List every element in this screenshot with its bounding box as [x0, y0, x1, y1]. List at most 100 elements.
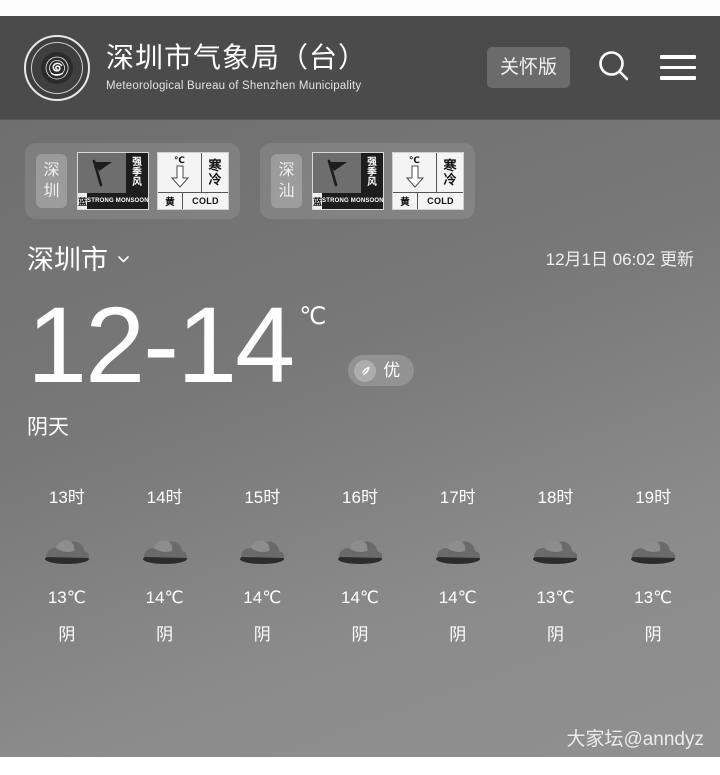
top-safe-area — [0, 0, 720, 16]
cloudy-icon — [528, 535, 582, 565]
warning-group[interactable]: 深 圳 强季风 蓝 STRONG MONSOON ℃ 寒 冷 黄 COLD — [25, 143, 240, 219]
warning-name-vertical: 寒冷 — [443, 157, 457, 187]
warning-name-vertical: 寒冷 — [208, 157, 222, 187]
warning-signal-name-cn: 寒冷 — [437, 153, 463, 192]
warning-signal-list: 强季风 蓝 STRONG MONSOON ℃ 寒 冷 黄 COLD — [312, 152, 464, 210]
temperature-range: 12-14 — [27, 284, 295, 405]
update-timestamp: 12月1日 06:02 更新 — [545, 250, 694, 269]
cloudy-icon — [626, 535, 680, 565]
city-name: 深圳市 — [27, 245, 108, 275]
current-conditions: 12-14 ℃ 优 — [0, 275, 720, 405]
warning-signal-name-cn: 强季风 — [126, 153, 148, 193]
site-title-cn: 深圳市气象局（台） — [106, 42, 368, 73]
accessibility-version-button[interactable]: 关怀版 — [486, 47, 570, 88]
city-and-update-row: 深圳市 12月1日 06:02 更新 — [0, 219, 720, 275]
warning-signal-name-cn: 寒冷 — [202, 153, 228, 192]
hourly-column[interactable]: 19时 13℃ 阴 — [604, 487, 702, 646]
warning-name-en: COLD — [427, 196, 454, 206]
warning-signal-cold[interactable]: ℃ 寒冷 黄 COLD — [157, 152, 229, 210]
menu-button[interactable] — [658, 48, 698, 88]
hour-temperature: 14℃ — [438, 588, 477, 607]
cloudy-icon — [40, 535, 94, 565]
brand-block[interactable]: 深圳市气象局（台） Meteorological Bureau of Shenz… — [24, 34, 487, 101]
watermark: 大家坛@anndyz — [566, 729, 704, 750]
bottom-safe-area — [0, 757, 720, 775]
warning-area-char: 深 — [278, 162, 295, 179]
hour-condition: 阴 — [156, 625, 174, 644]
warning-signal-name-cn: 强季风 — [361, 153, 383, 193]
hour-label: 18时 — [537, 488, 574, 507]
monsoon-flag-icon — [313, 153, 361, 193]
warning-signal-strong-monsoon[interactable]: 强季风 蓝 STRONG MONSOON — [77, 152, 149, 210]
warning-level-cn: 黄 — [158, 193, 183, 209]
hour-temperature: 14℃ — [145, 588, 184, 607]
temperature-down-arrow-icon: ℃ — [158, 153, 202, 192]
warning-level-cn: 蓝 — [78, 193, 88, 209]
warning-level-cn: 蓝 — [313, 193, 323, 209]
warning-area-char: 圳 — [43, 183, 60, 200]
hour-label: 19时 — [635, 488, 672, 507]
hamburger-menu-icon — [660, 55, 696, 80]
monsoon-flag-icon — [78, 153, 126, 193]
hour-temperature: 14℃ — [341, 588, 380, 607]
hour-label: 17时 — [439, 488, 476, 507]
leaf-icon — [354, 359, 377, 382]
search-button[interactable] — [594, 48, 634, 88]
degree-unit-label: ℃ — [174, 155, 185, 165]
hour-condition: 阴 — [58, 625, 76, 644]
hourly-column[interactable]: 14时 14℃ 阴 — [116, 487, 214, 646]
hour-condition: 阴 — [253, 625, 271, 644]
warning-signal-strong-monsoon[interactable]: 强季风 蓝 STRONG MONSOON — [312, 152, 384, 210]
hourly-column[interactable]: 16时 14℃ 阴 — [311, 487, 409, 646]
hour-label: 13时 — [48, 488, 85, 507]
warning-name-en: STRONG MONSOON — [87, 198, 149, 204]
hour-temperature: 14℃ — [243, 588, 282, 607]
warning-signal-list: 强季风 蓝 STRONG MONSOON ℃ 寒 冷 黄 COLD — [77, 152, 229, 210]
cloudy-icon — [333, 535, 387, 565]
air-quality-badge[interactable]: 优 — [348, 355, 415, 386]
hourly-column[interactable]: 18时 13℃ 阴 — [507, 487, 605, 646]
hourly-column[interactable]: 15时 14℃ 阴 — [213, 487, 311, 646]
warning-name-vertical: 强季风 — [132, 157, 142, 188]
temperature-down-arrow-icon: ℃ — [393, 153, 437, 192]
warning-name-en: STRONG MONSOON — [322, 198, 384, 204]
cloudy-icon — [431, 535, 485, 565]
hour-temperature: 13℃ — [536, 588, 575, 607]
city-selector[interactable]: 深圳市 — [27, 245, 130, 275]
hour-temperature: 13℃ — [47, 588, 86, 607]
hour-label: 15时 — [244, 488, 281, 507]
hour-label: 16时 — [342, 488, 378, 507]
hour-condition: 阴 — [644, 625, 662, 644]
site-title-en: Meteorological Bureau of Shenzhen Munici… — [106, 80, 362, 92]
warning-area-label: 深 圳 — [36, 154, 67, 208]
air-quality-label: 优 — [383, 360, 401, 380]
hourly-column[interactable]: 13时 13℃ 阴 — [18, 487, 116, 646]
chevron-down-icon — [117, 253, 130, 266]
header-actions: 关怀版 — [486, 47, 698, 88]
warning-area-label: 深 汕 — [271, 154, 302, 208]
warning-area-char: 深 — [43, 162, 60, 179]
temperature-unit: ℃ — [299, 303, 327, 330]
warning-name-en: COLD — [192, 196, 219, 206]
warning-signal-cold[interactable]: ℃ 寒冷 黄 COLD — [392, 152, 464, 210]
hour-label: 14时 — [146, 488, 183, 507]
warning-area-char: 汕 — [278, 183, 295, 200]
shenzhen-meteorological-emblem-icon — [24, 34, 90, 101]
hourly-column[interactable]: 17时 14℃ 阴 — [409, 487, 507, 646]
brand-text: 深圳市气象局（台） Meteorological Bureau of Shenz… — [106, 41, 367, 94]
weather-body: 深 圳 强季风 蓝 STRONG MONSOON ℃ 寒 冷 黄 COLD 深 … — [0, 120, 720, 757]
warning-name-vertical: 强季风 — [367, 157, 377, 188]
hour-condition: 阴 — [351, 625, 369, 644]
search-icon — [595, 47, 633, 88]
cloudy-icon — [138, 535, 192, 565]
warning-group[interactable]: 深 汕 强季风 蓝 STRONG MONSOON ℃ 寒 冷 黄 COLD — [260, 143, 475, 219]
degree-unit-label: ℃ — [409, 155, 420, 165]
weather-page: 深圳市气象局（台） Meteorological Bureau of Shenz… — [0, 0, 720, 775]
warning-level-cn: 黄 — [393, 193, 418, 209]
hour-temperature: 13℃ — [634, 588, 673, 607]
hour-condition: 阴 — [546, 625, 564, 644]
warning-signals-row: 深 圳 强季风 蓝 STRONG MONSOON ℃ 寒 冷 黄 COLD 深 … — [0, 120, 720, 219]
cloudy-icon — [235, 535, 289, 565]
temperature-line: 12-14 ℃ 优 — [27, 284, 720, 405]
site-header: 深圳市气象局（台） Meteorological Bureau of Shenz… — [0, 16, 720, 120]
